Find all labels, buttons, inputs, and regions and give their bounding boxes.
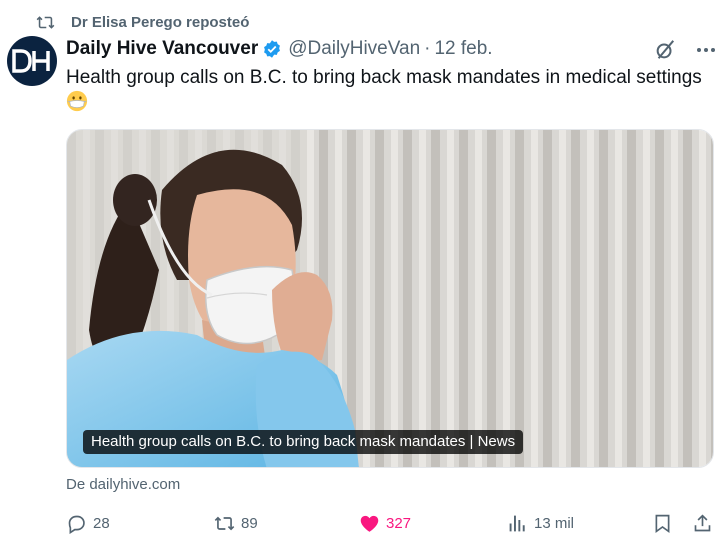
grok-icon[interactable] xyxy=(651,36,679,64)
reply-button[interactable]: 28 xyxy=(66,508,110,538)
share-button[interactable] xyxy=(692,508,719,538)
like-button[interactable]: 327 xyxy=(359,508,411,538)
card-caption: Health group calls on B.C. to bring back… xyxy=(83,430,524,454)
tweet-header: Daily Hive Vancouver @DailyHiveVan · 12 … xyxy=(66,37,493,61)
repost-icon xyxy=(214,516,235,530)
repost-button[interactable]: 89 xyxy=(214,508,258,538)
link-card[interactable]: Health group calls on B.C. to bring back… xyxy=(66,129,714,468)
repost-label: Dr Elisa Perego reposteó xyxy=(71,13,250,31)
tweet-text: Health group calls on B.C. to bring back… xyxy=(66,65,706,115)
verified-badge-icon[interactable] xyxy=(262,39,282,59)
reply-count: 28 xyxy=(93,514,110,532)
author-handle[interactable]: @DailyHiveVan xyxy=(288,38,420,60)
author-name[interactable]: Daily Hive Vancouver xyxy=(66,38,258,60)
separator-dot: · xyxy=(424,38,431,59)
link-source[interactable]: De dailyhive.com xyxy=(66,476,180,493)
article-photo xyxy=(67,130,713,467)
tweet-date[interactable]: 12 feb. xyxy=(434,38,492,60)
repost-count: 89 xyxy=(241,514,258,532)
avatar[interactable] xyxy=(7,36,57,86)
tweet-body: Health group calls on B.C. to bring back… xyxy=(66,67,702,88)
like-count: 327 xyxy=(386,514,412,532)
share-icon xyxy=(694,513,711,531)
repost-icon xyxy=(36,15,55,29)
mask-face-emoji xyxy=(66,90,88,112)
more-icon[interactable] xyxy=(692,36,720,64)
tweet-top-actions xyxy=(651,36,720,64)
reply-icon xyxy=(68,515,85,534)
heart-icon xyxy=(360,515,379,532)
repost-indicator[interactable]: Dr Elisa Perego reposteó xyxy=(36,11,249,33)
views-icon xyxy=(509,515,525,531)
bookmark-button[interactable] xyxy=(652,508,679,538)
views-count: 13 mil xyxy=(534,514,575,532)
daily-hive-logo xyxy=(12,49,50,73)
views-button[interactable]: 13 mil xyxy=(507,508,574,538)
bookmark-icon xyxy=(655,514,670,533)
tweet-action-bar: 28 89 327 13 mil xyxy=(66,508,716,538)
